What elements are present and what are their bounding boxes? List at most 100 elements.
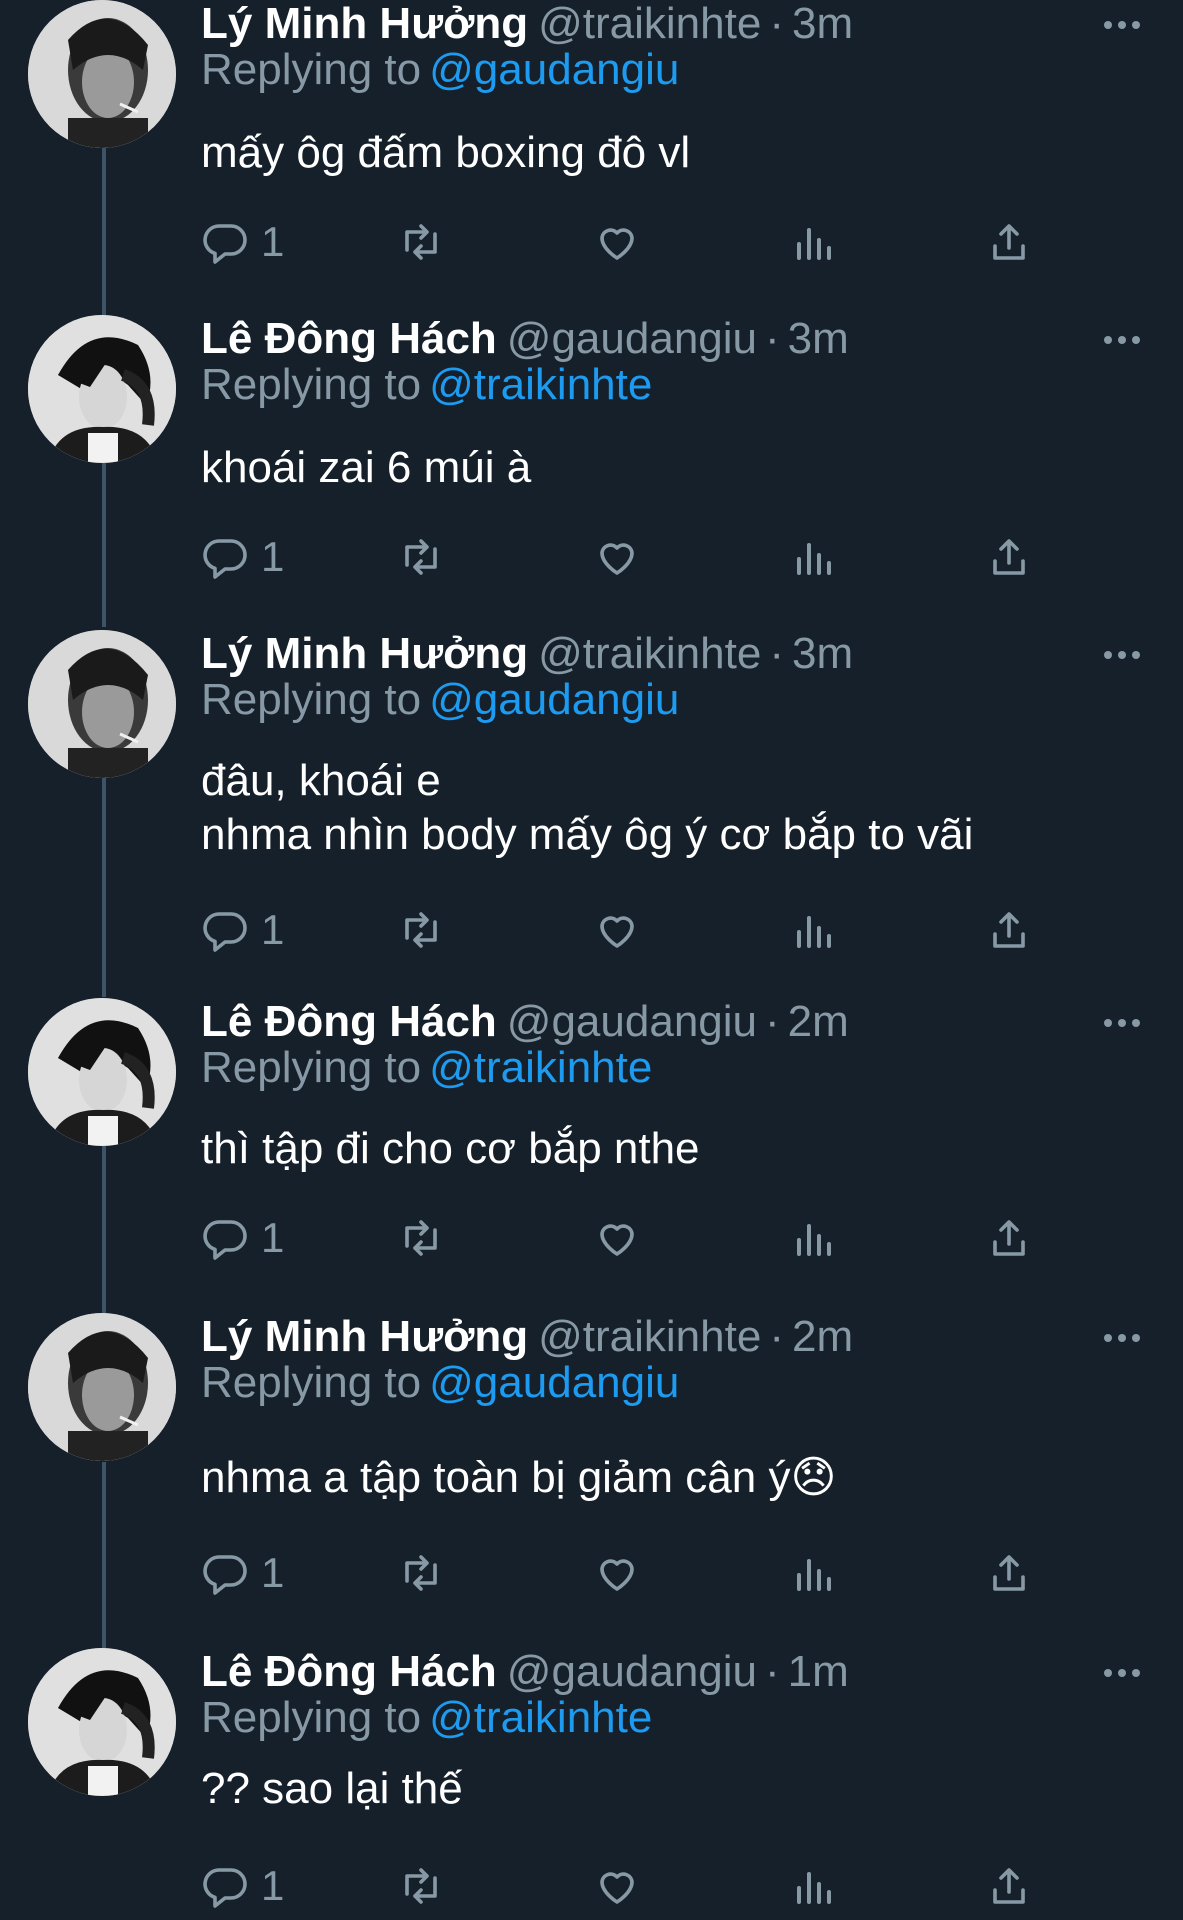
reply-button[interactable]: 1 bbox=[201, 1210, 284, 1266]
author-name[interactable]: Lý Minh Hưởng bbox=[201, 629, 528, 678]
tweet[interactable]: Lê Đông Hách @gaudangiu · 3m Replying to @tr… bbox=[0, 314, 1183, 630]
share-button[interactable] bbox=[985, 902, 1033, 958]
tweet[interactable]: Lý Minh Hưởng @traikinhte · 3m Replying to @… bbox=[0, 0, 1183, 315]
tweet[interactable]: Lê Đông Hách @gaudangiu · 2m Replying to @tr… bbox=[0, 997, 1183, 1313]
like-button[interactable] bbox=[593, 529, 641, 585]
retweet-button[interactable] bbox=[397, 214, 445, 270]
retweet-icon bbox=[405, 1220, 437, 1256]
reply-target-link[interactable]: @traikinhte bbox=[429, 1693, 652, 1742]
like-button[interactable] bbox=[593, 1210, 641, 1266]
reply-button[interactable]: 1 bbox=[201, 529, 284, 585]
like-button[interactable] bbox=[593, 214, 641, 270]
separator: · bbox=[765, 314, 780, 363]
more-icon[interactable] bbox=[1100, 640, 1144, 670]
reply-button[interactable]: 1 bbox=[201, 902, 284, 958]
author-name[interactable]: Lê Đông Hách bbox=[201, 997, 497, 1046]
author-handle[interactable]: @traikinhte bbox=[538, 0, 761, 48]
heart-icon bbox=[600, 1224, 634, 1256]
reply-target-link[interactable]: @gaudangiu bbox=[429, 675, 679, 724]
more-icon[interactable] bbox=[1100, 10, 1144, 40]
timestamp[interactable]: 3m bbox=[792, 629, 853, 678]
reply-icon bbox=[203, 1555, 247, 1595]
tweet[interactable]: Lê Đông Hách @gaudangiu · 1m Replying to @tr… bbox=[0, 1647, 1183, 1920]
share-button[interactable] bbox=[985, 1210, 1033, 1266]
retweet-button[interactable] bbox=[397, 1210, 445, 1266]
tweet-actions: 1 bbox=[201, 214, 1081, 270]
avatar[interactable] bbox=[28, 630, 176, 778]
author-name[interactable]: Lý Minh Hưởng bbox=[201, 0, 528, 48]
retweet-icon bbox=[405, 1868, 437, 1904]
replying-to-label: Replying to bbox=[201, 360, 422, 409]
retweet-button[interactable] bbox=[397, 529, 445, 585]
author-name[interactable]: Lê Đông Hách bbox=[201, 314, 497, 363]
author-handle[interactable]: @traikinhte bbox=[538, 1312, 761, 1361]
share-button[interactable] bbox=[985, 529, 1033, 585]
reply-count: 1 bbox=[261, 906, 285, 953]
timestamp[interactable]: 2m bbox=[792, 1312, 853, 1361]
retweet-button[interactable] bbox=[397, 1545, 445, 1601]
more-icon[interactable] bbox=[1100, 1323, 1144, 1353]
reply-button[interactable]: 1 bbox=[201, 1858, 284, 1914]
reply-target-link[interactable]: @traikinhte bbox=[429, 360, 652, 409]
retweet-button[interactable] bbox=[397, 902, 445, 958]
like-button[interactable] bbox=[593, 1858, 641, 1914]
share-button[interactable] bbox=[985, 214, 1033, 270]
share-icon bbox=[993, 539, 1025, 575]
replying-to-label: Replying to bbox=[201, 1693, 422, 1742]
timestamp[interactable]: 3m bbox=[788, 314, 849, 363]
like-button[interactable] bbox=[593, 1545, 641, 1601]
author-name[interactable]: Lê Đông Hách bbox=[201, 1647, 497, 1696]
separator: · bbox=[769, 0, 784, 48]
tweet-text: đâu, khoái e nhma nhìn body mấy ôg ý cơ … bbox=[201, 756, 974, 859]
analytics-button[interactable] bbox=[789, 1858, 837, 1914]
replying-to-label: Replying to bbox=[201, 1358, 422, 1407]
tweet-actions: 1 bbox=[201, 529, 1081, 585]
reply-target-link[interactable]: @traikinhte bbox=[429, 1043, 652, 1092]
timestamp[interactable]: 2m bbox=[788, 997, 849, 1046]
retweet-icon bbox=[405, 539, 437, 575]
author-handle[interactable]: @traikinhte bbox=[538, 629, 761, 678]
timestamp[interactable]: 3m bbox=[792, 0, 853, 48]
author-handle[interactable]: @gaudangiu bbox=[507, 314, 757, 363]
share-button[interactable] bbox=[985, 1545, 1033, 1601]
timestamp[interactable]: 1m bbox=[788, 1647, 849, 1696]
more-icon[interactable] bbox=[1100, 1008, 1144, 1038]
separator: · bbox=[769, 1312, 784, 1361]
more-icon[interactable] bbox=[1100, 1658, 1144, 1688]
avatar[interactable] bbox=[28, 1313, 176, 1461]
analytics-button[interactable] bbox=[789, 902, 837, 958]
separator: · bbox=[769, 629, 784, 678]
author-name[interactable]: Lý Minh Hưởng bbox=[201, 1312, 528, 1361]
analytics-button[interactable] bbox=[789, 214, 837, 270]
separator: · bbox=[765, 997, 780, 1046]
analytics-button[interactable] bbox=[789, 529, 837, 585]
tweet-text: thì tập đi cho cơ bắp nthe bbox=[201, 1124, 700, 1173]
avatar-dong-hach-image bbox=[28, 1648, 176, 1796]
reply-button[interactable]: 1 bbox=[201, 214, 284, 270]
tweet-text: khoái zai 6 múi à bbox=[201, 443, 532, 492]
more-icon[interactable] bbox=[1100, 325, 1144, 355]
analytics-icon bbox=[797, 1224, 831, 1256]
avatar-minh-huong-image bbox=[28, 1313, 176, 1461]
avatar[interactable] bbox=[28, 0, 176, 148]
tweet[interactable]: Lý Minh Hưởng @traikinhte · 2m Replying to @… bbox=[0, 1312, 1183, 1648]
reply-button[interactable]: 1 bbox=[201, 1545, 284, 1601]
like-button[interactable] bbox=[593, 902, 641, 958]
reply-count: 1 bbox=[261, 533, 285, 580]
analytics-button[interactable] bbox=[789, 1210, 837, 1266]
avatar[interactable] bbox=[28, 1648, 176, 1796]
avatar[interactable] bbox=[28, 998, 176, 1146]
author-handle[interactable]: @gaudangiu bbox=[507, 997, 757, 1046]
tweet-actions: 1 bbox=[201, 902, 1081, 958]
share-button[interactable] bbox=[985, 1858, 1033, 1914]
reply-target-link[interactable]: @gaudangiu bbox=[429, 1358, 679, 1407]
analytics-button[interactable] bbox=[789, 1545, 837, 1601]
avatar[interactable] bbox=[28, 315, 176, 463]
author-handle[interactable]: @gaudangiu bbox=[507, 1647, 757, 1696]
analytics-icon bbox=[797, 916, 831, 948]
reply-icon bbox=[203, 539, 247, 579]
retweet-button[interactable] bbox=[397, 1858, 445, 1914]
reply-target-link[interactable]: @gaudangiu bbox=[429, 45, 679, 94]
reply-count: 1 bbox=[261, 1862, 285, 1909]
tweet[interactable]: Lý Minh Hưởng @traikinhte · 3m Replying to @… bbox=[0, 629, 1183, 998]
